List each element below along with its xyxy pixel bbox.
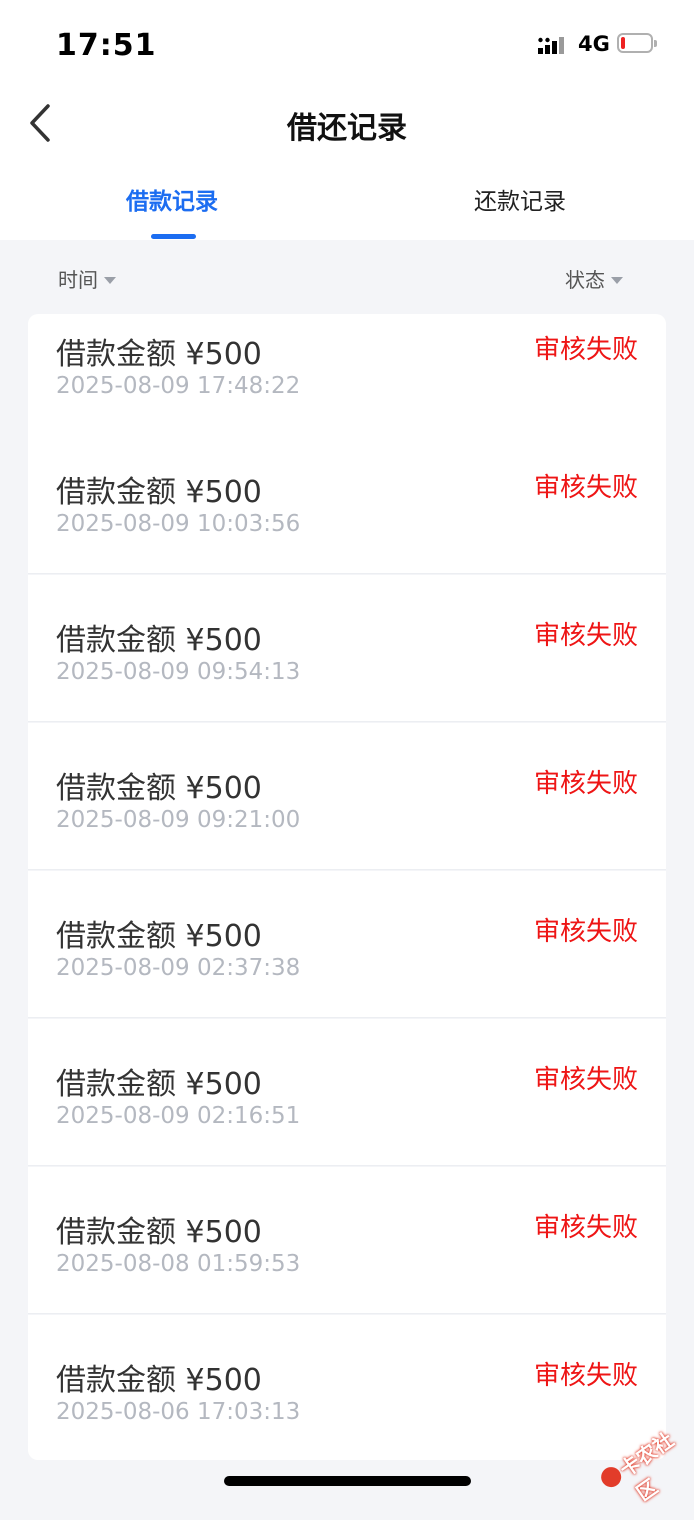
- battery-level-fill: [621, 37, 625, 49]
- battery-icon: [617, 33, 657, 53]
- active-tab-indicator: [151, 234, 196, 239]
- loan-time: 2025-08-08 01:59:53: [56, 1251, 301, 1277]
- caret-down-icon: [104, 276, 116, 284]
- status-badge: 审核失败: [533, 621, 638, 651]
- list-item[interactable]: 借款金额 ¥500 2025-08-08 01:59:53 审核失败: [28, 1167, 666, 1314]
- loan-time: 2025-08-09 17:48:22: [56, 373, 301, 399]
- list-item[interactable]: 借款金额 ¥500 2025-08-06 17:03:13 审核失败: [28, 1315, 666, 1460]
- status-bar-time: 17:51: [56, 28, 157, 63]
- caret-down-icon: [611, 276, 623, 284]
- home-indicator: [224, 1476, 471, 1486]
- status-badge: 审核失败: [533, 1213, 638, 1243]
- loan-amount: 借款金额 ¥500: [56, 1363, 262, 1398]
- loan-time: 2025-08-09 10:03:56: [56, 511, 301, 537]
- time-filter[interactable]: 时间: [58, 264, 116, 293]
- list-item[interactable]: 借款金额 ¥500 2025-08-09 17:48:22 审核失败: [28, 314, 666, 436]
- list-item[interactable]: 借款金额 ¥500 2025-08-09 02:16:51 审核失败: [28, 1019, 666, 1166]
- status-badge: 审核失败: [533, 1065, 638, 1095]
- status-badge: 审核失败: [533, 335, 638, 365]
- loan-amount: 借款金额 ¥500: [56, 337, 262, 372]
- watermark-text: 卡农社区: [615, 1427, 679, 1506]
- list-item[interactable]: 借款金额 ¥500 2025-08-09 09:21:00 审核失败: [28, 723, 666, 870]
- battery-cap: [654, 40, 657, 47]
- list-item[interactable]: 借款金额 ¥500 2025-08-09 10:03:56 审核失败: [28, 427, 666, 574]
- status-filter[interactable]: 状态: [565, 264, 623, 293]
- loan-amount: 借款金额 ¥500: [56, 475, 262, 510]
- list-item[interactable]: 借款金额 ¥500 2025-08-09 02:37:38 审核失败: [28, 871, 666, 1018]
- cellular-signal-icon: [538, 37, 564, 54]
- status-filter-label: 状态: [565, 268, 605, 292]
- loan-amount: 借款金额 ¥500: [56, 623, 262, 658]
- status-badge: 审核失败: [533, 1361, 638, 1391]
- loan-time: 2025-08-09 02:37:38: [56, 955, 301, 981]
- loan-time: 2025-08-09 02:16:51: [56, 1103, 301, 1129]
- page-title: 借还记录: [287, 111, 407, 146]
- status-badge: 审核失败: [533, 917, 638, 947]
- loan-amount: 借款金额 ¥500: [56, 1067, 262, 1102]
- loan-record-list[interactable]: 借款金额 ¥500 2025-08-09 17:48:22 审核失败 借款金额 …: [28, 314, 666, 1460]
- tab-borrow-records[interactable]: 借款记录: [72, 182, 272, 216]
- tab-repay-records[interactable]: 还款记录: [420, 182, 620, 216]
- status-badge: 审核失败: [533, 473, 638, 503]
- status-badge: 审核失败: [533, 769, 638, 799]
- network-type: 4G: [578, 32, 610, 56]
- list-item[interactable]: 借款金额 ¥500 2025-08-09 09:54:13 审核失败: [28, 575, 666, 722]
- loan-amount: 借款金额 ¥500: [56, 1215, 262, 1250]
- loan-amount: 借款金额 ¥500: [56, 919, 262, 954]
- loan-amount: 借款金额 ¥500: [56, 771, 262, 806]
- loan-time: 2025-08-09 09:54:13: [56, 659, 301, 685]
- loan-time: 2025-08-09 09:21:00: [56, 807, 301, 833]
- loan-time: 2025-08-06 17:03:13: [56, 1399, 301, 1425]
- time-filter-label: 时间: [58, 268, 98, 292]
